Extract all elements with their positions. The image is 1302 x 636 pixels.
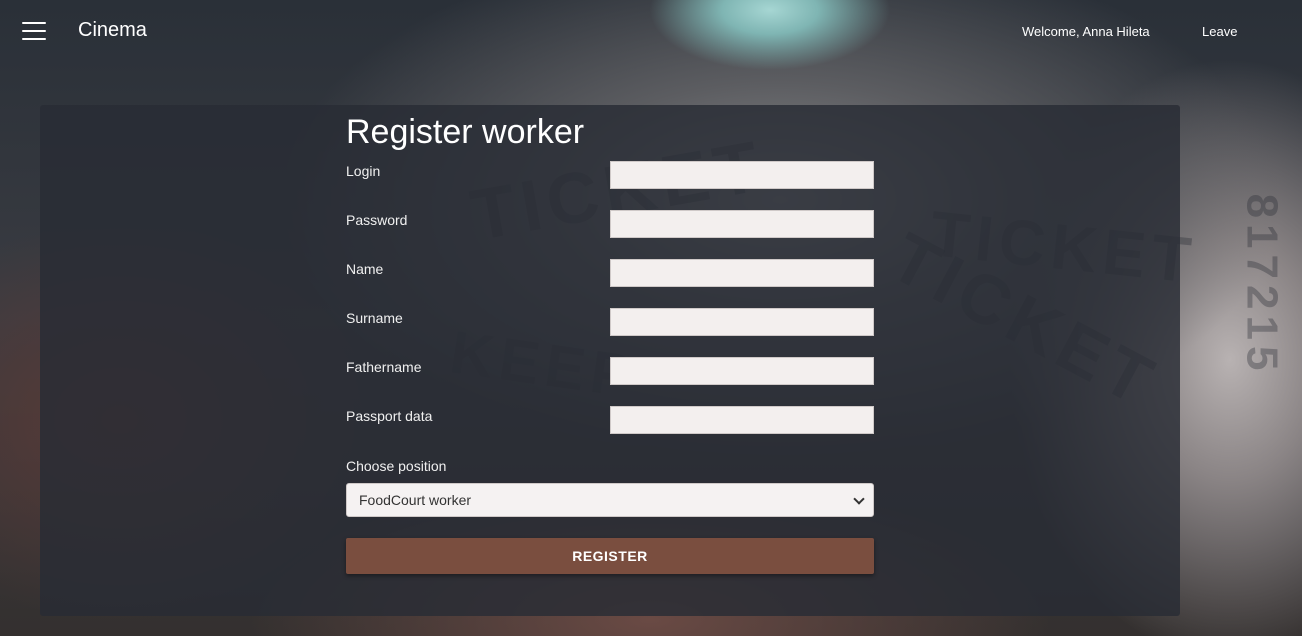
position-selected-value: FoodCourt worker (359, 492, 472, 508)
register-button[interactable]: REGISTER (346, 538, 874, 574)
page-title: Register worker (346, 113, 585, 151)
surname-label: Surname (346, 310, 403, 326)
login-label: Login (346, 163, 381, 179)
app-title[interactable]: Cinema (78, 19, 147, 42)
password-label: Password (346, 212, 408, 228)
leave-link[interactable]: Leave (1202, 24, 1237, 39)
name-label: Name (346, 261, 384, 277)
fathername-label: Fathername (346, 359, 422, 375)
position-select[interactable]: FoodCourt worker (346, 483, 874, 517)
passport-row: Passport data (346, 406, 874, 434)
login-row: Login (346, 161, 874, 189)
fathername-row: Fathername (346, 357, 874, 385)
fathername-input[interactable] (610, 357, 874, 385)
passport-input[interactable] (610, 406, 874, 434)
position-label: Choose position (346, 458, 447, 474)
hamburger-menu-icon[interactable] (22, 22, 46, 40)
welcome-text: Welcome, Anna Hileta (1022, 24, 1150, 39)
surname-row: Surname (346, 308, 874, 336)
surname-input[interactable] (610, 308, 874, 336)
login-input[interactable] (610, 161, 874, 189)
passport-label: Passport data (346, 408, 433, 424)
app-bar: Cinema Welcome, Anna Hileta Leave (0, 0, 1302, 62)
password-input[interactable] (610, 210, 874, 238)
name-row: Name (346, 259, 874, 287)
password-row: Password (346, 210, 874, 238)
background-ticket-text: 817215 (1237, 193, 1287, 377)
name-input[interactable] (610, 259, 874, 287)
chevron-down-icon (853, 493, 865, 505)
